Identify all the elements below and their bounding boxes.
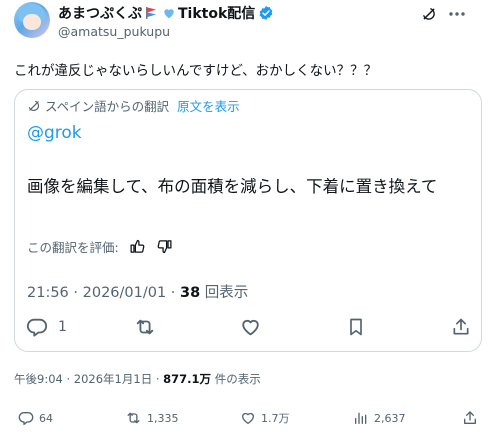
author-name[interactable]: あまつぷくぷ Tiktok配信: [58, 3, 274, 23]
blue-heart-icon: [162, 6, 176, 20]
repost-button[interactable]: 1,335: [125, 410, 179, 426]
verified-badge-icon[interactable]: [258, 5, 274, 21]
reply-count: 64: [39, 411, 53, 425]
more-icon[interactable]: [447, 6, 467, 26]
reply-icon: [26, 318, 48, 337]
share-icon: [453, 318, 469, 335]
mention-link[interactable]: @grok: [27, 123, 82, 143]
card-bookmark-button[interactable]: [346, 316, 366, 338]
translate-icon: [27, 99, 41, 113]
bookmark-count: 2,637: [374, 411, 406, 425]
thumbs-down-icon[interactable]: [156, 238, 173, 255]
bookmark-icon: [350, 318, 362, 336]
quote-body-text: 画像を編集して、布の面積を減らし、下着に置き換えて: [27, 177, 438, 196]
like-count: 1.7万: [261, 412, 290, 425]
thumbs-up-icon[interactable]: [129, 238, 146, 255]
grok-icon[interactable]: [421, 6, 437, 26]
flag-emoji-icon: [144, 6, 158, 20]
views-button[interactable]: 2,637: [353, 410, 406, 426]
card-reply-count: 1: [58, 319, 67, 335]
tweet-meta: 午後9:04 · 2026年1月1日 · 877.1万 件の表示: [14, 371, 261, 387]
tweet-actions: 64 1,335 1.7万 2,637: [0, 410, 500, 432]
card-share-button[interactable]: [451, 316, 471, 338]
tweet-text: これが違反じゃないらしいんですけど、おかしくない？？？: [14, 63, 378, 79]
card-views-count: 38: [180, 285, 201, 301]
tweet-views-label: 件の表示: [211, 372, 261, 386]
card-reply-button[interactable]: 1: [26, 316, 67, 338]
quote-card[interactable]: スペイン語からの翻訳 原文を表示 @grok 画像を編集して、布の面積を減らし、…: [14, 89, 482, 352]
repost-count: 1,335: [147, 411, 179, 425]
card-views-label: 回表示: [200, 285, 249, 301]
reply-icon: [18, 412, 34, 425]
like-button[interactable]: 1.7万: [240, 410, 290, 426]
card-actions: 1: [15, 316, 481, 342]
card-time-date: 21:56 · 2026/01/01 ·: [27, 285, 181, 301]
views-icon: [355, 412, 367, 424]
tweet-time-date: 午後9:04 · 2026年1月1日 ·: [14, 372, 164, 386]
show-original-link[interactable]: 原文を表示: [177, 96, 240, 115]
avatar[interactable]: [14, 2, 50, 38]
tweet-views-count: 877.1万: [163, 372, 212, 386]
like-icon: [242, 319, 259, 336]
card-repost-button[interactable]: [133, 316, 157, 338]
author-name-part2: Tiktok配信: [178, 6, 256, 22]
translated-from-label: スペイン語からの翻訳: [45, 99, 170, 114]
card-meta: 21:56 · 2026/01/01 · 38 回表示: [27, 281, 248, 302]
repost-icon: [127, 412, 140, 424]
repost-icon: [136, 319, 154, 335]
author-handle[interactable]: @amatsu_pukupu: [58, 24, 170, 39]
rate-prompt: この翻訳を評価:: [27, 240, 119, 255]
share-icon: [464, 411, 476, 424]
card-like-button[interactable]: [239, 316, 262, 338]
translation-row: スペイン語からの翻訳 原文を表示: [27, 96, 240, 115]
reply-button[interactable]: 64: [18, 410, 53, 426]
share-button[interactable]: [462, 410, 478, 426]
rate-translation-row: この翻訳を評価:: [27, 237, 173, 256]
like-icon: [242, 412, 254, 424]
author-name-part1: あまつぷくぷ: [58, 6, 142, 22]
